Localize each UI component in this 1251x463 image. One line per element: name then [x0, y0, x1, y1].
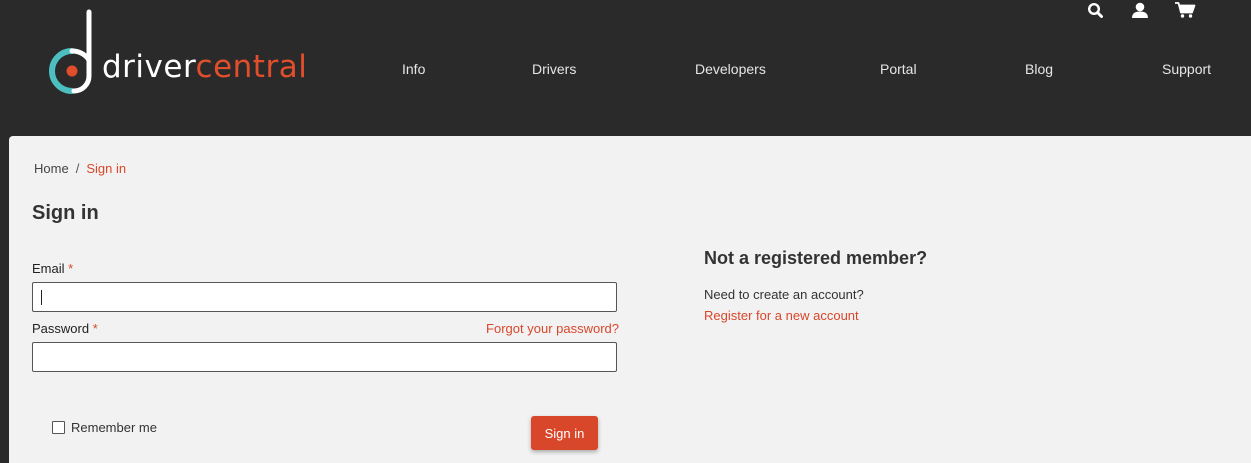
- nav-support[interactable]: Support: [1162, 61, 1211, 77]
- user-icon[interactable]: [1130, 0, 1150, 20]
- nav-drivers[interactable]: Drivers: [532, 61, 576, 77]
- email-field[interactable]: [32, 282, 617, 312]
- register-text: Need to create an account?: [704, 287, 864, 302]
- register-heading: Not a registered member?: [704, 248, 928, 268]
- remember-me-checkbox[interactable]: [52, 421, 65, 434]
- forgot-password-link[interactable]: Forgot your password?: [486, 321, 619, 336]
- logo-mark-icon: [49, 9, 92, 94]
- required-mark: *: [68, 261, 74, 276]
- logo-word-central: central: [195, 49, 308, 85]
- nav-info[interactable]: Info: [402, 61, 425, 77]
- email-label: Email *: [32, 261, 73, 276]
- password-label: Password *: [32, 321, 98, 336]
- nav-blog[interactable]: Blog: [1025, 61, 1053, 77]
- logo-text: drivercentral: [102, 49, 307, 85]
- required-mark: *: [92, 321, 98, 336]
- cart-icon[interactable]: [1174, 0, 1196, 20]
- sign-in-button[interactable]: Sign in: [531, 416, 598, 450]
- nav-developers[interactable]: Developers: [695, 61, 766, 77]
- password-field[interactable]: [32, 342, 617, 372]
- register-link[interactable]: Register for a new account: [704, 308, 859, 323]
- breadcrumb-separator: /: [75, 161, 80, 176]
- breadcrumb: Home / Sign in: [34, 161, 126, 176]
- remember-me-label: Remember me: [71, 420, 157, 435]
- logo-word-driver: driver: [102, 49, 196, 85]
- remember-me[interactable]: Remember me: [52, 420, 157, 435]
- nav-portal[interactable]: Portal: [880, 61, 917, 77]
- password-label-text: Password: [32, 321, 90, 336]
- breadcrumb-home[interactable]: Home: [34, 161, 69, 176]
- site-header: drivercentral Info Drivers Developers Po…: [0, 0, 1251, 136]
- page-title: Sign in: [32, 202, 99, 224]
- breadcrumb-current: Sign in: [86, 161, 127, 176]
- main-content: Home / Sign in Sign in Email * Password * …: [9, 136, 1251, 463]
- text-cursor: [41, 290, 42, 305]
- search-icon[interactable]: [1086, 0, 1106, 20]
- email-label-text: Email: [32, 261, 65, 276]
- drivercentral-logo[interactable]: drivercentral: [46, 8, 307, 98]
